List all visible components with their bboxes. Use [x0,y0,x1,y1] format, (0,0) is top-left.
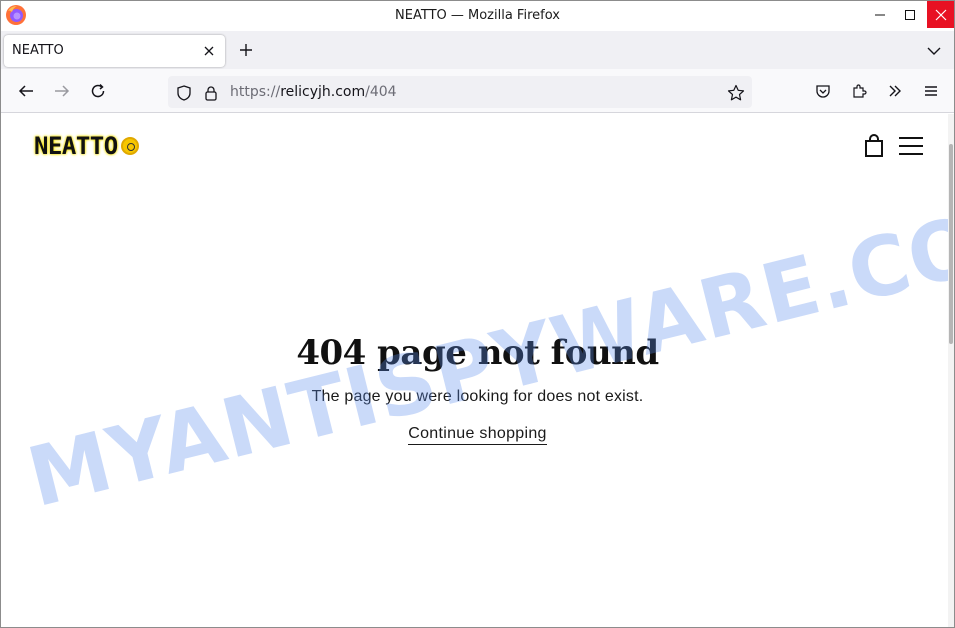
chevron-down-icon [927,47,941,55]
url-host: relicyjh.com [280,84,366,100]
double-chevron-right-icon [889,85,901,97]
site-logo[interactable]: NEATTO [34,132,139,160]
maximize-icon [905,9,915,20]
site-menu-icon[interactable] [897,134,925,158]
tracking-protection-shield-icon[interactable] [175,84,193,102]
close-window-button[interactable] [927,1,954,28]
bookmark-star-button[interactable] [727,84,745,102]
error-message: The page you were looking for does not e… [311,388,644,405]
star-icon [727,84,745,101]
padlock-icon [205,86,217,101]
browser-window: NEATTO — Mozilla Firefox NEATTO https://… [0,0,955,628]
web-page: NEATTO 404 page not found The page you w… [1,114,954,627]
extensions-button[interactable] [847,79,871,103]
forward-button[interactable] [50,79,74,103]
shopping-bag-icon[interactable] [861,133,887,159]
overflow-menu-button[interactable] [883,79,907,103]
title-bar: NEATTO — Mozilla Firefox [1,1,954,31]
arrow-left-icon [18,85,33,97]
maximize-button[interactable] [895,1,925,28]
arrow-right-icon [55,85,70,97]
minimize-icon [875,14,885,15]
tab-label: NEATTO [12,43,64,58]
url-scheme: https:// [230,84,281,100]
page-scrollbar[interactable] [948,114,954,627]
close-icon [935,9,947,20]
back-button[interactable] [14,79,38,103]
shield-icon [177,85,191,101]
continue-shopping-container: Continue shopping [1,423,954,445]
plus-icon [240,44,252,56]
tab-neatto[interactable]: NEATTO [4,35,225,67]
pocket-icon [816,85,830,98]
tab-close-button[interactable] [201,43,217,59]
new-tab-button[interactable] [235,39,257,61]
url-text[interactable]: https://relicyjh.com/404 [230,84,397,100]
hamburger-menu-icon [925,86,937,96]
address-bar[interactable]: https://relicyjh.com/404 [168,76,752,108]
pocket-button[interactable] [811,79,835,103]
logo-text: NEATTO [34,132,118,160]
page-heading: 404 page not found [296,333,659,373]
reload-button[interactable] [86,79,110,103]
reload-icon [91,83,105,98]
lock-icon[interactable] [202,84,220,102]
list-all-tabs-button[interactable] [923,40,945,62]
window-title: NEATTO — Mozilla Firefox [395,8,560,23]
minimize-button[interactable] [865,1,895,28]
tab-strip: NEATTO [1,31,954,69]
logo-emblem-icon [120,137,139,155]
continue-shopping-link[interactable]: Continue shopping [408,425,547,445]
app-menu-button[interactable] [919,79,943,103]
puzzle-piece-icon [853,84,867,98]
navigation-toolbar: https://relicyjh.com/404 [1,69,954,113]
url-path: /404 [365,84,397,100]
scrollbar-thumb[interactable] [949,144,953,344]
close-icon [204,46,214,56]
